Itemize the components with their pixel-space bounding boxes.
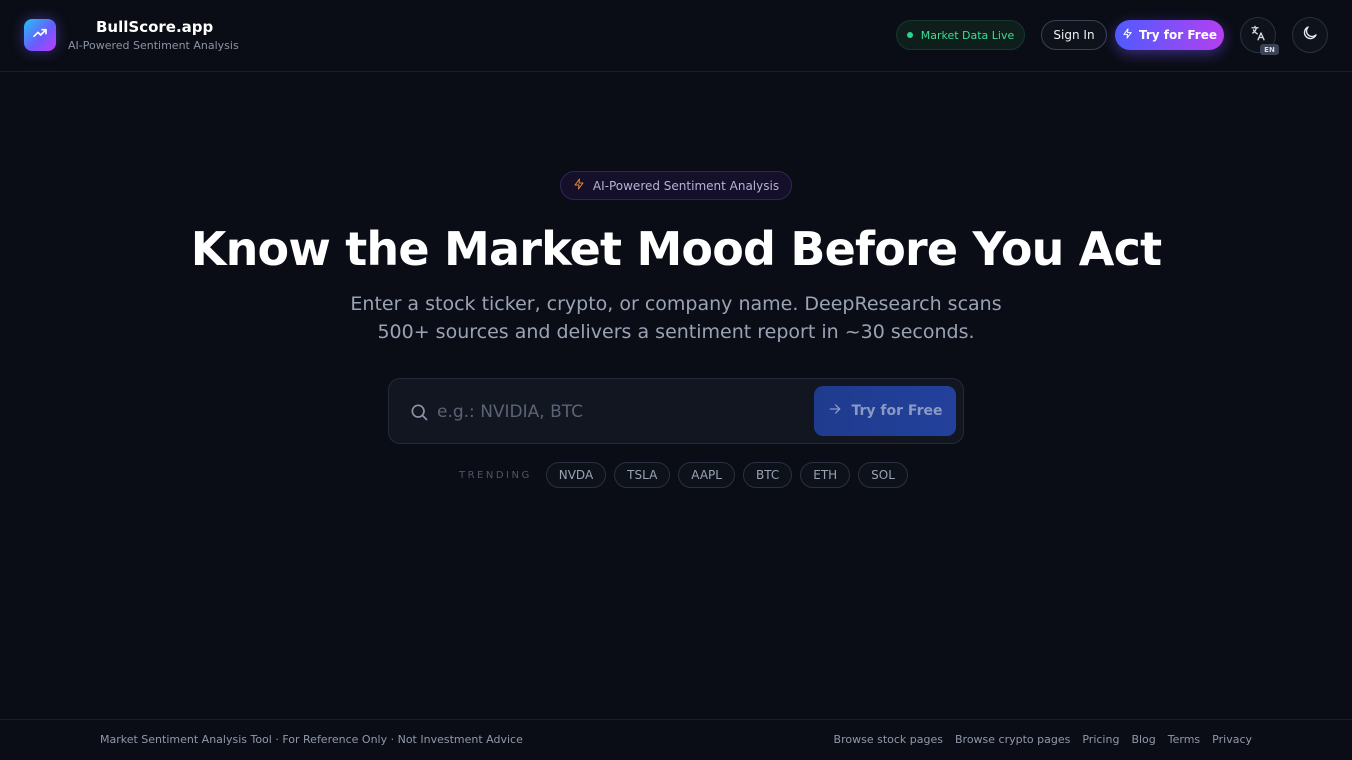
brand-name[interactable]: BullScore.app — [96, 18, 213, 36]
footer-link-privacy[interactable]: Privacy — [1212, 733, 1252, 746]
footer-link-stock-pages[interactable]: Browse stock pages — [834, 733, 943, 746]
footer-links: Browse stock pages Browse crypto pages P… — [834, 733, 1252, 746]
hero-subtitle-line-1: Enter a stock ticker, crypto, or company… — [350, 293, 1002, 315]
moon-icon — [1301, 24, 1319, 46]
trending-label: TRENDING — [459, 469, 532, 481]
trending-ticker-nvda[interactable]: NVDA — [545, 462, 607, 488]
hero-subtitle: Enter a stock ticker, crypto, or company… — [0, 290, 1352, 346]
translate-icon — [1249, 24, 1267, 46]
footer-link-crypto-pages[interactable]: Browse crypto pages — [955, 733, 1070, 746]
hero-badge: AI-Powered Sentiment Analysis — [560, 171, 792, 200]
try-for-free-search-button[interactable]: Try for Free — [814, 386, 956, 436]
hero-subtitle-line-2: 500+ sources and delivers a sentiment re… — [377, 321, 975, 343]
trending-list: TRENDING NVDA TSLA AAPL BTC ETH SOL — [459, 462, 908, 488]
hero-title: Know the Market Mood Before You Act — [190, 222, 1162, 276]
try-for-free-search-label: Try for Free — [851, 403, 943, 419]
footer-link-blog[interactable]: Blog — [1131, 733, 1155, 746]
trending-ticker-tsla[interactable]: TSLA — [614, 462, 671, 488]
brand-tagline: AI-Powered Sentiment Analysis — [68, 39, 239, 52]
trending-ticker-btc[interactable]: BTC — [742, 462, 793, 488]
language-badge: EN — [1260, 44, 1279, 55]
hero-badge-label: AI-Powered Sentiment Analysis — [592, 178, 780, 193]
footer-link-terms[interactable]: Terms — [1168, 733, 1200, 746]
market-status-label: Market Data Live — [920, 28, 1015, 42]
try-for-free-header-button[interactable]: Try for Free — [1115, 20, 1224, 50]
lightning-icon — [573, 178, 585, 193]
search-icon — [409, 402, 429, 422]
top-header: BullScore.app AI-Powered Sentiment Analy… — [0, 0, 1352, 72]
search-input[interactable] — [437, 395, 797, 429]
footer-link-pricing[interactable]: Pricing — [1082, 733, 1119, 746]
search-bar: Try for Free — [388, 378, 964, 444]
theme-toggle-button[interactable] — [1292, 17, 1328, 53]
lightning-icon — [1122, 28, 1133, 42]
footer-disclaimer: Market Sentiment Analysis Tool · For Ref… — [100, 733, 523, 746]
logo[interactable] — [24, 19, 56, 51]
trending-ticker-eth[interactable]: ETH — [800, 462, 851, 488]
trending-ticker-aapl[interactable]: AAPL — [678, 462, 735, 488]
try-for-free-header-label: Try for Free — [1139, 28, 1217, 42]
sign-in-button[interactable]: Sign In — [1041, 20, 1107, 50]
arrow-right-icon — [828, 402, 842, 420]
footer: Market Sentiment Analysis Tool · For Ref… — [0, 719, 1352, 760]
trending-up-icon — [32, 25, 48, 45]
trending-ticker-sol[interactable]: SOL — [858, 462, 908, 488]
live-dot-icon — [906, 32, 913, 38]
market-status-badge: Market Data Live — [896, 20, 1025, 50]
